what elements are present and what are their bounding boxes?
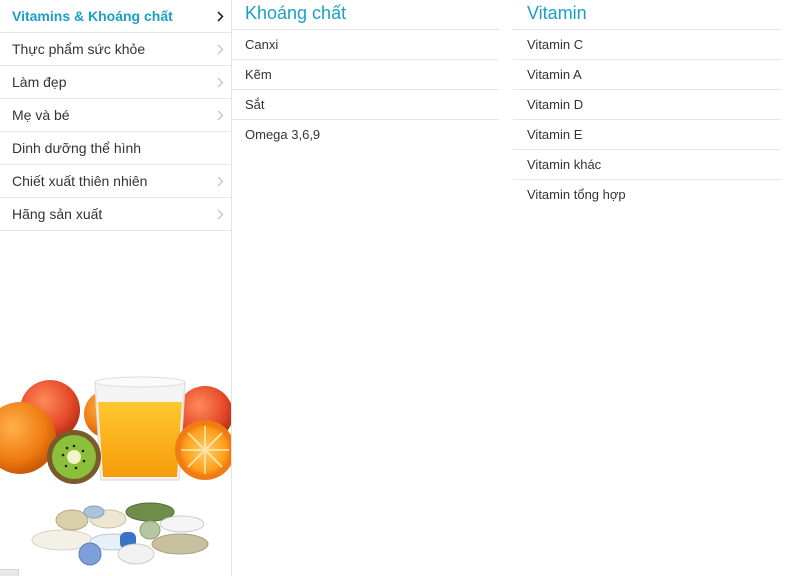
submenu-item-vitamin-tong-hop[interactable]: Vitamin tổng hợp bbox=[513, 180, 781, 209]
column-title[interactable]: Khoáng chất bbox=[231, 0, 499, 30]
submenu-item-sat[interactable]: Sắt bbox=[231, 90, 499, 120]
category-menu: Vitamins & Khoáng chất Thực phẩm sức khỏ… bbox=[0, 0, 231, 231]
submenu-item-vitamin-c[interactable]: Vitamin C bbox=[513, 30, 781, 60]
sidebar-item-hang-san-xuat[interactable]: Hãng sản xuất bbox=[0, 198, 231, 231]
submenu-item-vitamin-d[interactable]: Vitamin D bbox=[513, 90, 781, 120]
submenu-column-vitamin: Vitamin Vitamin C Vitamin A Vitamin D Vi… bbox=[513, 0, 781, 209]
column-list: Vitamin C Vitamin A Vitamin D Vitamin E … bbox=[513, 30, 781, 209]
sidebar-item-label: Chiết xuất thiên nhiên bbox=[12, 173, 148, 189]
submenu-item-canxi[interactable]: Canxi bbox=[231, 30, 499, 60]
column-list: Canxi Kẽm Sắt Omega 3,6,9 bbox=[231, 30, 499, 149]
submenu-item-kem[interactable]: Kẽm bbox=[231, 60, 499, 90]
sidebar-item-chiet-xuat-thien-nhien[interactable]: Chiết xuất thiên nhiên bbox=[0, 165, 231, 198]
chevron-right-icon bbox=[215, 76, 225, 88]
sidebar-item-me-va-be[interactable]: Mẹ và bé bbox=[0, 99, 231, 132]
submenu-item-omega[interactable]: Omega 3,6,9 bbox=[231, 120, 499, 149]
column-title[interactable]: Vitamin bbox=[513, 0, 781, 30]
chevron-right-icon bbox=[215, 10, 225, 22]
chevron-right-icon bbox=[215, 175, 225, 187]
sidebar-item-vitamins-khoang-chat[interactable]: Vitamins & Khoáng chất bbox=[0, 0, 231, 33]
sidebar-item-label: Vitamins & Khoáng chất bbox=[12, 8, 173, 24]
sidebar-item-label: Mẹ và bé bbox=[12, 107, 70, 123]
scrollbar-handle[interactable] bbox=[0, 569, 19, 576]
sidebar-item-label: Dinh dưỡng thể hình bbox=[12, 140, 142, 156]
submenu-item-vitamin-khac[interactable]: Vitamin khác bbox=[513, 150, 781, 180]
chevron-right-icon bbox=[215, 109, 225, 121]
promo-image bbox=[0, 362, 231, 576]
submenu-item-vitamin-e[interactable]: Vitamin E bbox=[513, 120, 781, 150]
sidebar-item-thuc-pham-suc-khoe[interactable]: Thực phẩm sức khỏe bbox=[0, 33, 231, 66]
sidebar-item-label: Thực phẩm sức khỏe bbox=[12, 41, 146, 57]
sidebar-item-label: Hãng sản xuất bbox=[12, 206, 103, 222]
sidebar-item-dinh-duong-the-hinh[interactable]: Dinh dưỡng thể hình bbox=[0, 132, 231, 165]
category-sidebar: Vitamins & Khoáng chất Thực phẩm sức khỏ… bbox=[0, 0, 232, 576]
chevron-right-icon bbox=[215, 208, 225, 220]
sidebar-item-lam-dep[interactable]: Làm đẹp bbox=[0, 66, 231, 99]
submenu-column-khoang-chat: Khoáng chất Canxi Kẽm Sắt Omega 3,6,9 bbox=[231, 0, 499, 149]
sidebar-item-label: Làm đẹp bbox=[12, 74, 67, 90]
chevron-right-icon bbox=[215, 43, 225, 55]
submenu-item-vitamin-a[interactable]: Vitamin A bbox=[513, 60, 781, 90]
